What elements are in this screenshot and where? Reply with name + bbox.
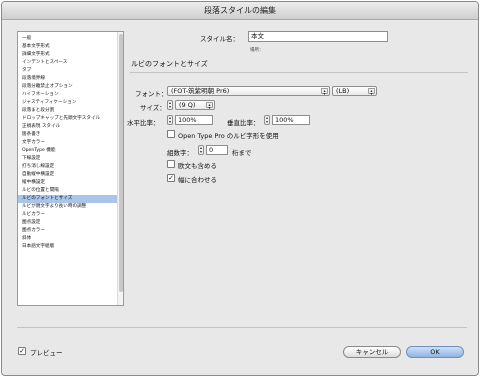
- category-list[interactable]: 一般 基本文字形式 詳細文字形式 インデントとスペース タブ 段落境界線 段落分離禁止オプシ…: [17, 31, 124, 306]
- sidebar-item[interactable]: 基本文字形式: [18, 43, 123, 51]
- sidebar-item[interactable]: 段落分離禁止オプション: [18, 83, 123, 91]
- digits-input[interactable]: 0: [206, 145, 228, 155]
- preview-label: プレビュー: [30, 349, 63, 357]
- sidebar-item[interactable]: 日本語文字組版: [18, 243, 123, 251]
- category-items: 一般 基本文字形式 詳細文字形式 インデントとスペース タブ 段落境界線 段落分離禁止オプシ…: [18, 35, 123, 251]
- digits-suffix: 桁まで: [232, 149, 252, 157]
- include-roman-label: 欧文も含める: [178, 162, 217, 170]
- sidebar-item[interactable]: 段落まと段分割: [18, 107, 123, 115]
- sidebar-item[interactable]: 縦中横設定: [18, 179, 123, 187]
- preview-checkbox[interactable]: ✓: [18, 347, 26, 355]
- sidebar-scroll-thumb[interactable]: [119, 34, 123, 292]
- h-scale-stepper[interactable]: ▴ ▾: [167, 115, 173, 125]
- style-name-input[interactable]: 本文: [248, 31, 388, 42]
- section-divider: [130, 72, 468, 73]
- digits-label: 組数字：: [167, 149, 193, 157]
- section-title: ルビのフォントとサイズ: [131, 60, 208, 68]
- sidebar-item[interactable]: ルビの位置と間隔: [18, 187, 123, 195]
- sidebar-item[interactable]: ハイフネーション: [18, 91, 123, 99]
- size-stepper[interactable]: ▴ ▾: [167, 100, 173, 110]
- fit-width-label: 幅に合わせる: [178, 176, 217, 184]
- ok-button[interactable]: OK: [406, 346, 464, 358]
- sidebar-item[interactable]: 段落境界線: [18, 75, 123, 83]
- sidebar-scrollbar[interactable]: [117, 32, 123, 305]
- opentype-checkbox[interactable]: [167, 130, 175, 138]
- font-style-value: (LB): [336, 87, 350, 95]
- h-scale-input[interactable]: 100%: [175, 115, 213, 125]
- v-scale-input[interactable]: 100%: [272, 115, 310, 125]
- sidebar-item[interactable]: インデントとスペース: [18, 59, 123, 67]
- include-roman-checkbox[interactable]: [167, 160, 175, 168]
- v-scale-label: 垂直比率：: [227, 119, 260, 127]
- updown-arrows-icon: ▴ ▾: [368, 88, 375, 96]
- sidebar-item[interactable]: 一般: [18, 35, 123, 43]
- footer-divider: [17, 327, 467, 328]
- font-family-popup[interactable]: (FOT-筑紫明朝 Pr6) ▴ ▾: [167, 86, 330, 96]
- h-scale-label: 水平比率：: [127, 119, 160, 127]
- fit-width-checkbox[interactable]: ✓: [167, 174, 175, 182]
- updown-arrows-icon: ▴ ▾: [321, 88, 328, 96]
- updown-arrows-icon: ▴ ▾: [206, 102, 213, 110]
- sidebar-item[interactable]: 正規表現 スタイル: [18, 123, 123, 131]
- v-scale-stepper[interactable]: ▴ ▾: [264, 115, 270, 125]
- sidebar-item[interactable]: 詳細文字形式: [18, 51, 123, 59]
- location-label: 場所：: [250, 48, 264, 53]
- sidebar-item[interactable]: ルビカラー: [18, 211, 123, 219]
- sidebar-item[interactable]: OpenType 機能: [18, 147, 123, 155]
- digits-stepper[interactable]: ▴ ▾: [198, 145, 204, 155]
- sidebar-item[interactable]: 斜体: [18, 235, 123, 243]
- font-style-popup[interactable]: (LB) ▴ ▾: [332, 86, 377, 96]
- style-name-label: スタイル名：: [200, 35, 239, 43]
- opentype-label: Open Type Pro のルビ字形を使用: [178, 132, 279, 140]
- window-title: 段落スタイルの編集: [2, 2, 478, 20]
- sidebar-item[interactable]: 自動縦中横設定: [18, 171, 123, 179]
- sidebar-item[interactable]: ドロップキャップと先頭文字スタイル: [18, 115, 123, 123]
- sidebar-item[interactable]: ルビが親文字より長い時の調整: [18, 203, 123, 211]
- font-label: フォント：: [135, 90, 168, 98]
- sidebar-item[interactable]: ルビのフォントとサイズ: [18, 195, 123, 203]
- sidebar-item[interactable]: 圏点設定: [18, 219, 123, 227]
- sidebar-item[interactable]: タブ: [18, 67, 123, 75]
- sidebar-item[interactable]: 下線設定: [18, 155, 123, 163]
- sidebar-item[interactable]: 圏点カラー: [18, 227, 123, 235]
- sidebar-item[interactable]: 箇条書き: [18, 131, 123, 139]
- paragraph-style-dialog: 段落スタイルの編集 一般 基本文字形式 詳細文字形式 インデントとスペース タブ 段落境界…: [1, 1, 479, 376]
- checkmark-icon: ✓: [19, 347, 25, 355]
- cancel-button[interactable]: キャンセル: [343, 346, 401, 358]
- font-family-value: (FOT-筑紫明朝 Pr6): [171, 87, 230, 95]
- sidebar-item[interactable]: 打ち消し線設定: [18, 163, 123, 171]
- checkmark-icon: ✓: [168, 174, 174, 182]
- sidebar-item[interactable]: 文字カラー: [18, 139, 123, 147]
- sidebar-item[interactable]: ジャスティフィケーション: [18, 99, 123, 107]
- size-combo[interactable]: (9 Q) ▴ ▾: [175, 100, 215, 110]
- size-value: (9 Q): [179, 101, 196, 109]
- size-label: サイズ：: [140, 104, 166, 112]
